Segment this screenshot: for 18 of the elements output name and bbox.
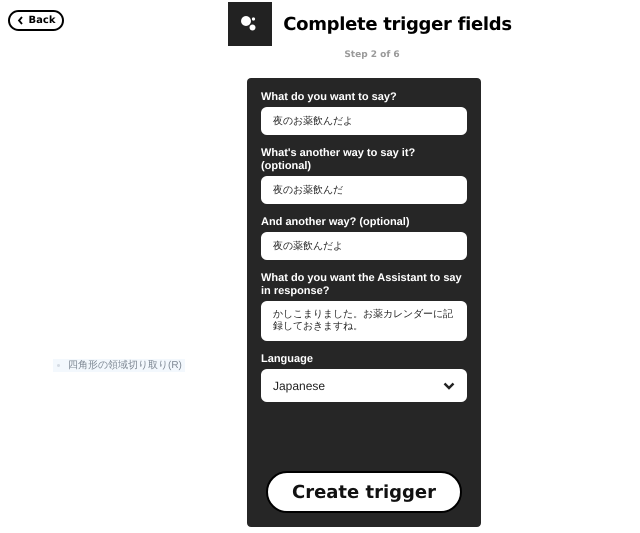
text-area[interactable]: かしこまりました。お薬カレンダーに記録しておきますね。	[261, 301, 467, 341]
step-indicator: Step 2 of 6	[344, 50, 400, 60]
input-field[interactable]: 夜のお薬飲んだよ	[261, 107, 467, 135]
input-field[interactable]: 夜の薬飲んだよ	[261, 232, 467, 260]
field-label: What's another way to say it? (optional)	[261, 147, 416, 173]
field-label: And another way? (optional)	[261, 216, 410, 229]
chevron-left-icon	[16, 16, 24, 25]
menu-item-label: 四角形の領域切り取り(R)	[68, 360, 182, 372]
back-button[interactable]: Back	[8, 10, 64, 31]
service-logo-icon	[228, 2, 272, 46]
page-title: Complete trigger fields	[283, 14, 512, 34]
field-label: What do you want the Assistant to say in response?	[261, 272, 463, 298]
field-label: What do you want to say?	[261, 91, 398, 104]
field-label: Language	[261, 353, 314, 366]
chevron-down-icon	[443, 382, 455, 390]
input-field[interactable]: 夜のお薬飲んだ	[261, 176, 467, 204]
create-trigger-button[interactable]: Create trigger	[266, 471, 462, 513]
language-dropdown[interactable]: Japanese	[261, 369, 467, 402]
